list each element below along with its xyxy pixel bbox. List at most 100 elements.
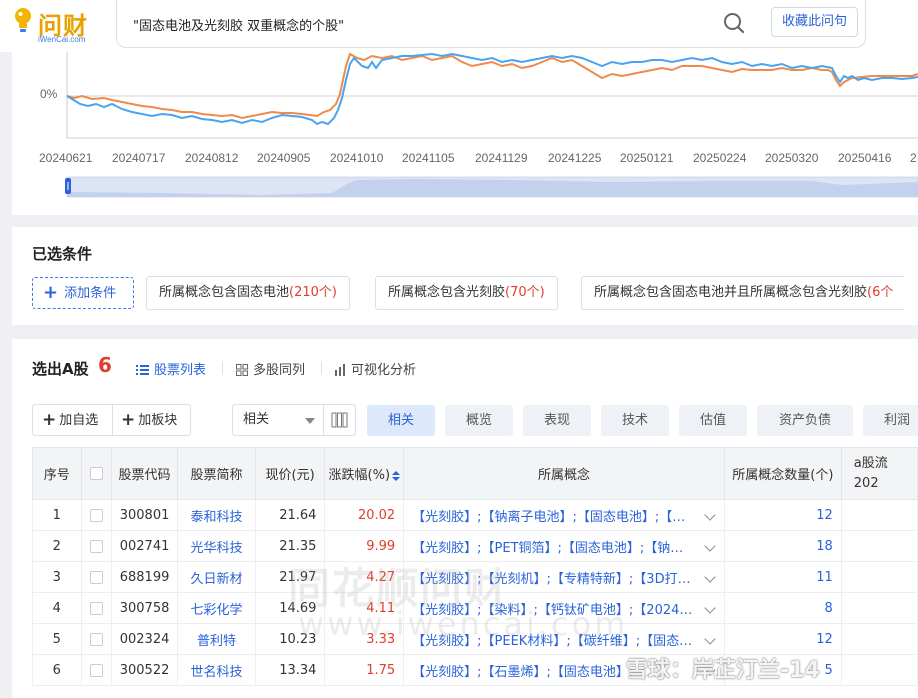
column-settings-button[interactable] <box>323 404 356 436</box>
stock-change: 4.11 <box>324 592 405 624</box>
tab-visual-analysis[interactable]: 可视化分析 <box>334 359 416 378</box>
sort-icon[interactable] <box>392 470 401 481</box>
concept-count[interactable]: 12 <box>723 623 842 655</box>
stock-concepts[interactable]: 【光刻胶】;【钠离子电池】;【固态电池】;【… <box>403 499 725 531</box>
x-tick: 20240905 <box>257 151 311 165</box>
row-select[interactable] <box>80 592 112 624</box>
tab-multi-stock[interactable]: 多股同列 <box>236 359 305 378</box>
table-row[interactable]: 1 300801 泰和科技 21.64 20.02 【光刻胶】;【钠离子电池】;… <box>32 499 918 531</box>
row-select[interactable] <box>80 623 112 655</box>
concept-count[interactable]: 12 <box>723 499 842 531</box>
row-checkbox[interactable] <box>89 663 103 677</box>
results-count: 6 <box>98 353 112 377</box>
stock-name-link[interactable]: 久日新材 <box>177 561 256 593</box>
tab-divider <box>321 361 322 375</box>
row-checkbox[interactable] <box>89 508 103 522</box>
stock-concepts[interactable]: 【光刻胶】;【染料】;【钙钛矿电池】;【2024… <box>403 592 725 624</box>
collect-question-button[interactable]: 收藏此问句 <box>771 7 858 37</box>
tab-divider <box>222 361 223 375</box>
col-float[interactable]: a股流 202 <box>840 447 918 500</box>
col-change[interactable]: 涨跌幅(%) <box>324 447 405 500</box>
col-concept-count[interactable]: 所属概念数量(个) <box>723 447 842 500</box>
x-tick: 20241105 <box>402 151 455 165</box>
add-condition-button[interactable]: + 添加条件 <box>32 277 134 309</box>
table-row[interactable]: 2 002741 光华科技 21.35 9.99 【光刻胶】;【PET铜箔】;【… <box>32 530 918 562</box>
row-select[interactable] <box>80 561 112 593</box>
search-icon[interactable] <box>723 12 745 34</box>
tab-related[interactable]: 相关 <box>367 405 435 436</box>
tab-profit[interactable]: 利润 <box>863 405 918 436</box>
row-select[interactable] <box>80 530 112 562</box>
chevron-down-icon[interactable] <box>704 571 716 583</box>
stock-concepts[interactable]: 【光刻胶】;【PEEK材料】;【碳纤维】;【固态… <box>403 623 725 655</box>
stock-name-link[interactable]: 泰和科技 <box>177 499 256 531</box>
add-watchlist-button[interactable]: + 加自选 <box>42 405 98 435</box>
condition-chip[interactable]: 所属概念包含固态电池(210个) <box>146 276 350 310</box>
col-name[interactable]: 股票简称 <box>177 447 256 500</box>
concept-text[interactable]: 【光刻胶】;【石墨烯】;【固态电池】;【… <box>412 665 659 680</box>
performance-chart-card: 0% 20240621 20240717 20240812 20240905 2… <box>12 52 918 215</box>
row-checkbox[interactable] <box>89 570 103 584</box>
zoom-slider-selection[interactable] <box>67 177 918 197</box>
stock-table: 序号 股票代码 股票简称 现价(元) 涨跌幅(%) 所属概念 所属概念数量(个)… <box>32 447 918 686</box>
concept-text[interactable]: 【光刻胶】;【PET铜箔】;【固态电池】;【钠… <box>412 541 683 556</box>
row-checkbox[interactable] <box>89 601 103 615</box>
tab-balance-sheet[interactable]: 资产负债 <box>757 405 853 436</box>
concept-text[interactable]: 【光刻胶】;【钠离子电池】;【固态电池】;【… <box>412 510 685 525</box>
stock-name-link[interactable]: 光华科技 <box>177 530 256 562</box>
sort-select[interactable]: 相关 <box>232 404 324 436</box>
concept-count[interactable]: 18 <box>723 530 842 562</box>
chevron-down-icon[interactable] <box>704 509 716 521</box>
table-row[interactable]: 3 688199 久日新材 21.97 4.27 【光刻胶】;【光刻机】;【专精… <box>32 561 918 593</box>
row-select[interactable] <box>80 499 112 531</box>
plus-icon: + <box>121 410 136 430</box>
iwencai-logo[interactable]: 问财 iWenCai.com <box>10 4 100 48</box>
table-row[interactable]: 4 300758 七彩化学 14.69 4.11 【光刻胶】;【染料】;【钙钛矿… <box>32 592 918 624</box>
table-row[interactable]: 5 002324 普利特 10.23 3.33 【光刻胶】;【PEEK材料】;【… <box>32 623 918 655</box>
row-select[interactable] <box>80 654 112 686</box>
tab-overview[interactable]: 概览 <box>445 405 513 436</box>
concept-count[interactable]: 11 <box>723 561 842 593</box>
tab-valuation[interactable]: 估值 <box>679 405 747 436</box>
add-block-button[interactable]: + 加板块 <box>121 405 177 435</box>
col-price[interactable]: 现价(元) <box>254 447 326 500</box>
float-value <box>840 592 918 624</box>
search-input[interactable]: "固态电池及光刻胶 双重概念的个股" 收藏此问句 <box>116 0 866 48</box>
concept-text[interactable]: 【光刻胶】;【光刻机】;【专精特新】;【3D打… <box>412 572 690 587</box>
x-tick: 20240812 <box>185 151 239 165</box>
stock-name-link[interactable]: 普利特 <box>177 623 256 655</box>
results-title: 选出A股 <box>32 360 89 378</box>
performance-chart: 0% 20240621 20240717 20240812 20240905 2… <box>39 52 918 198</box>
x-tick: 20241010 <box>330 151 384 165</box>
concept-text[interactable]: 【光刻胶】;【PEEK材料】;【碳纤维】;【固态… <box>412 634 692 649</box>
x-tick: 20241225 <box>548 151 602 165</box>
col-code[interactable]: 股票代码 <box>110 447 179 500</box>
stock-concepts[interactable]: 【光刻胶】;【光刻机】;【专精特新】;【3D打… <box>403 561 725 593</box>
search-query-text[interactable]: "固态电池及光刻胶 双重概念的个股" <box>133 15 344 34</box>
col-concept[interactable]: 所属概念 <box>403 447 725 500</box>
concept-text[interactable]: 【光刻胶】;【染料】;【钙钛矿电池】;【2024… <box>412 603 692 618</box>
condition-chip-text: 所属概念包含固态电池 <box>159 285 290 300</box>
concept-count[interactable]: 8 <box>723 592 842 624</box>
stock-name-link[interactable]: 世名科技 <box>177 654 256 686</box>
chevron-down-icon[interactable] <box>704 633 716 645</box>
stock-concepts[interactable]: 【光刻胶】;【PET铜箔】;【固态电池】;【钠… <box>403 530 725 562</box>
tab-technical[interactable]: 技术 <box>601 405 669 436</box>
stock-price: 21.35 <box>254 530 326 562</box>
condition-chip[interactable]: 所属概念包含光刻胶(70个) <box>375 276 558 310</box>
col-select-all[interactable] <box>80 447 112 500</box>
condition-chip[interactable]: 所属概念包含固态电池并且所属概念包含光刻胶(6个 <box>581 276 906 310</box>
chevron-down-icon[interactable] <box>704 540 716 552</box>
tab-performance[interactable]: 表现 <box>523 405 591 436</box>
tab-stock-list[interactable]: 股票列表 <box>136 359 206 378</box>
stock-code: 300758 <box>110 592 179 624</box>
select-all-checkbox[interactable] <box>89 467 103 480</box>
stock-name-link[interactable]: 七彩化学 <box>177 592 256 624</box>
row-checkbox[interactable] <box>89 632 103 646</box>
stock-code: 002741 <box>110 530 179 562</box>
chevron-down-icon[interactable] <box>704 602 716 614</box>
stock-change: 4.27 <box>324 561 405 593</box>
stock-code: 300801 <box>110 499 179 531</box>
row-checkbox[interactable] <box>89 539 103 553</box>
add-condition-label: 添加条件 <box>64 286 117 301</box>
